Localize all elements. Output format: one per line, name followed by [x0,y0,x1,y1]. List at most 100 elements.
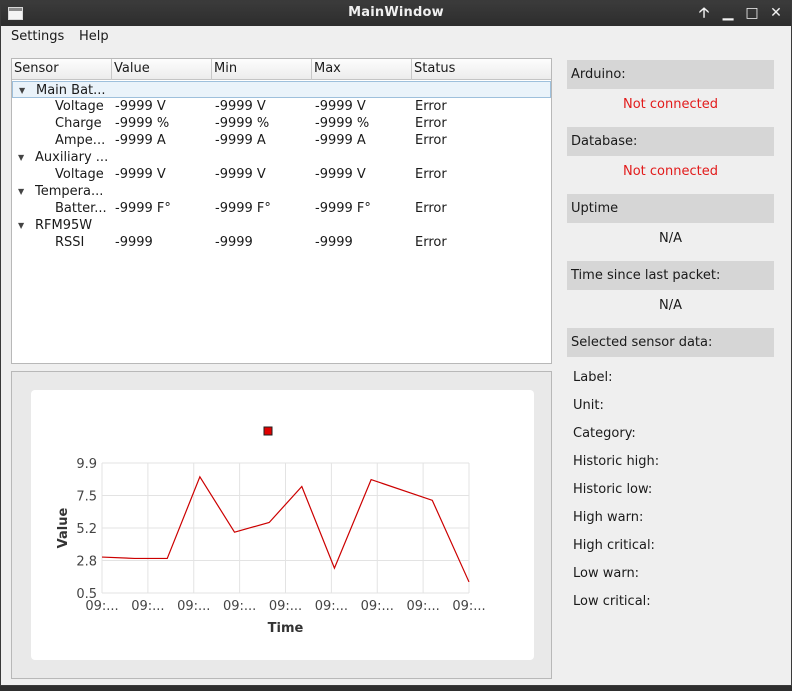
sensor-tree[interactable]: Sensor Value Min Max Status ▼ Main Bat...… [11,58,552,364]
cell-max: -9999 F° [315,201,371,216]
last-packet-value: N/A [659,298,682,313]
maximize-icon[interactable]: □ [743,4,761,22]
cell-name: RSSI [55,235,85,250]
cell-value: -9999 A [115,133,166,148]
detail-unit: Unit: [573,398,604,413]
cell-status: Error [415,167,447,182]
expand-arrow-icon[interactable]: ▼ [18,183,28,200]
tree-row[interactable]: Voltage -9999 V -9999 V -9999 V Error [12,98,551,115]
tree-header: Sensor Value Min Max Status [12,59,551,80]
y-tick-label: 9.9 [76,457,97,472]
detail-historic-low: Historic low: [573,482,653,497]
tree-row[interactable]: Voltage -9999 V -9999 V -9999 V Error [12,166,551,183]
window-title: MainWindow [348,5,444,20]
x-tick-label: 09:... [315,599,348,614]
y-axis-title: Value [56,507,71,548]
header-value[interactable]: Value [112,59,212,80]
y-tick-label: 7.5 [76,490,97,505]
menu-settings[interactable]: Settings [11,29,64,44]
y-tick-label: 5.2 [76,522,97,537]
cell-name: Main Bat... [36,83,106,98]
last-packet-header: Time since last packet: [567,261,774,290]
line-chart: 09:... 09:... 09:... 09:... 09:... 09:... 09:.… [56,426,486,636]
close-icon[interactable]: ✕ [767,4,785,22]
detail-label: Label: [573,370,613,385]
cell-name: Auxiliary ... [35,150,109,165]
expand-arrow-icon[interactable]: ▼ [19,82,29,99]
selected-sensor-header: Selected sensor data: [567,328,774,357]
cell-min: -9999 [215,235,253,250]
tree-group-row[interactable]: ▼ Main Bat... [12,81,551,98]
header-status[interactable]: Status [412,59,551,80]
cell-name: RFM95W [35,218,93,233]
database-header: Database: [567,127,774,156]
tree-row[interactable]: RSSI -9999 -9999 -9999 Error [12,234,551,251]
cell-min: -9999 V [215,99,266,114]
cell-max: -9999 % [315,116,370,131]
chart-frame: 09:... 09:... 09:... 09:... 09:... 09:... 09:.… [11,371,552,679]
uptime-header: Uptime [567,194,774,223]
cell-max: -9999 V [315,99,366,114]
tree-group-row[interactable]: ▼ Auxiliary ... [12,149,551,166]
header-min[interactable]: Min [212,59,312,80]
tree-row[interactable]: Charge -9999 % -9999 % -9999 % Error [12,115,551,132]
tree-row[interactable]: Ampe... -9999 A -9999 A -9999 A Error [12,132,551,149]
main-window: MainWindow 🡡 ▁ □ ✕ Settings Help Sensor … [0,0,792,686]
x-tick-label: 09:... [452,599,485,614]
expand-arrow-icon[interactable]: ▼ [18,149,28,166]
cell-min: -9999 F° [215,201,271,216]
x-tick-label: 09:... [406,599,439,614]
cell-name: Ampe... [55,133,106,148]
cell-name: Batter... [55,201,107,216]
detail-high-warn: High warn: [573,510,644,525]
cell-status: Error [415,99,447,114]
detail-category: Category: [573,426,636,441]
cell-max: -9999 A [315,133,366,148]
tree-group-row[interactable]: ▼ Tempera... [12,183,551,200]
detail-historic-high: Historic high: [573,454,660,469]
x-tick-label: 09:... [131,599,164,614]
cell-min: -9999 A [215,133,266,148]
menu-help[interactable]: Help [79,29,109,44]
x-tick-label: 09:... [269,599,302,614]
cell-value: -9999 % [115,116,170,131]
cell-name: Voltage [55,167,104,182]
cell-value: -9999 [115,235,153,250]
cell-max: -9999 V [315,167,366,182]
expand-arrow-icon[interactable]: ▼ [18,217,28,234]
minimize-icon[interactable]: ▁ [719,4,737,22]
cell-min: -9999 % [215,116,270,131]
y-tick-label: 2.8 [76,555,97,570]
header-sensor[interactable]: Sensor [12,59,112,80]
cell-value: -9999 V [115,99,166,114]
cell-name: Tempera... [35,184,104,199]
detail-low-critical: Low critical: [573,594,651,609]
keep-above-icon[interactable]: 🡡 [695,4,713,22]
tree-row[interactable]: Batter... -9999 F° -9999 F° -9999 F° Error [12,200,551,217]
tree-group-row[interactable]: ▼ RFM95W [12,217,551,234]
cell-status: Error [415,116,447,131]
detail-low-warn: Low warn: [573,566,640,581]
cell-min: -9999 V [215,167,266,182]
cell-value: -9999 F° [115,201,171,216]
header-max[interactable]: Max [312,59,412,80]
cell-status: Error [415,235,447,250]
cell-name: Voltage [55,99,104,114]
chart-card: 09:... 09:... 09:... 09:... 09:... 09:... 09:.… [31,390,534,660]
cell-max: -9999 [315,235,353,250]
x-tick-label: 09:... [223,599,256,614]
cell-status: Error [415,201,447,216]
title-bar[interactable]: MainWindow 🡡 ▁ □ ✕ [1,1,791,26]
y-tick-label: 0.5 [76,587,97,602]
x-tick-label: 09:... [361,599,394,614]
legend-marker [263,426,273,436]
detail-high-critical: High critical: [573,538,655,553]
menu-bar: Settings Help [1,26,791,48]
database-status: Not connected [623,164,718,179]
cell-status: Error [415,133,447,148]
arduino-status: Not connected [623,97,718,112]
cell-name: Charge [55,116,102,131]
cell-value: -9999 V [115,167,166,182]
arduino-header: Arduino: [567,60,774,89]
x-axis-title: Time [268,621,304,636]
